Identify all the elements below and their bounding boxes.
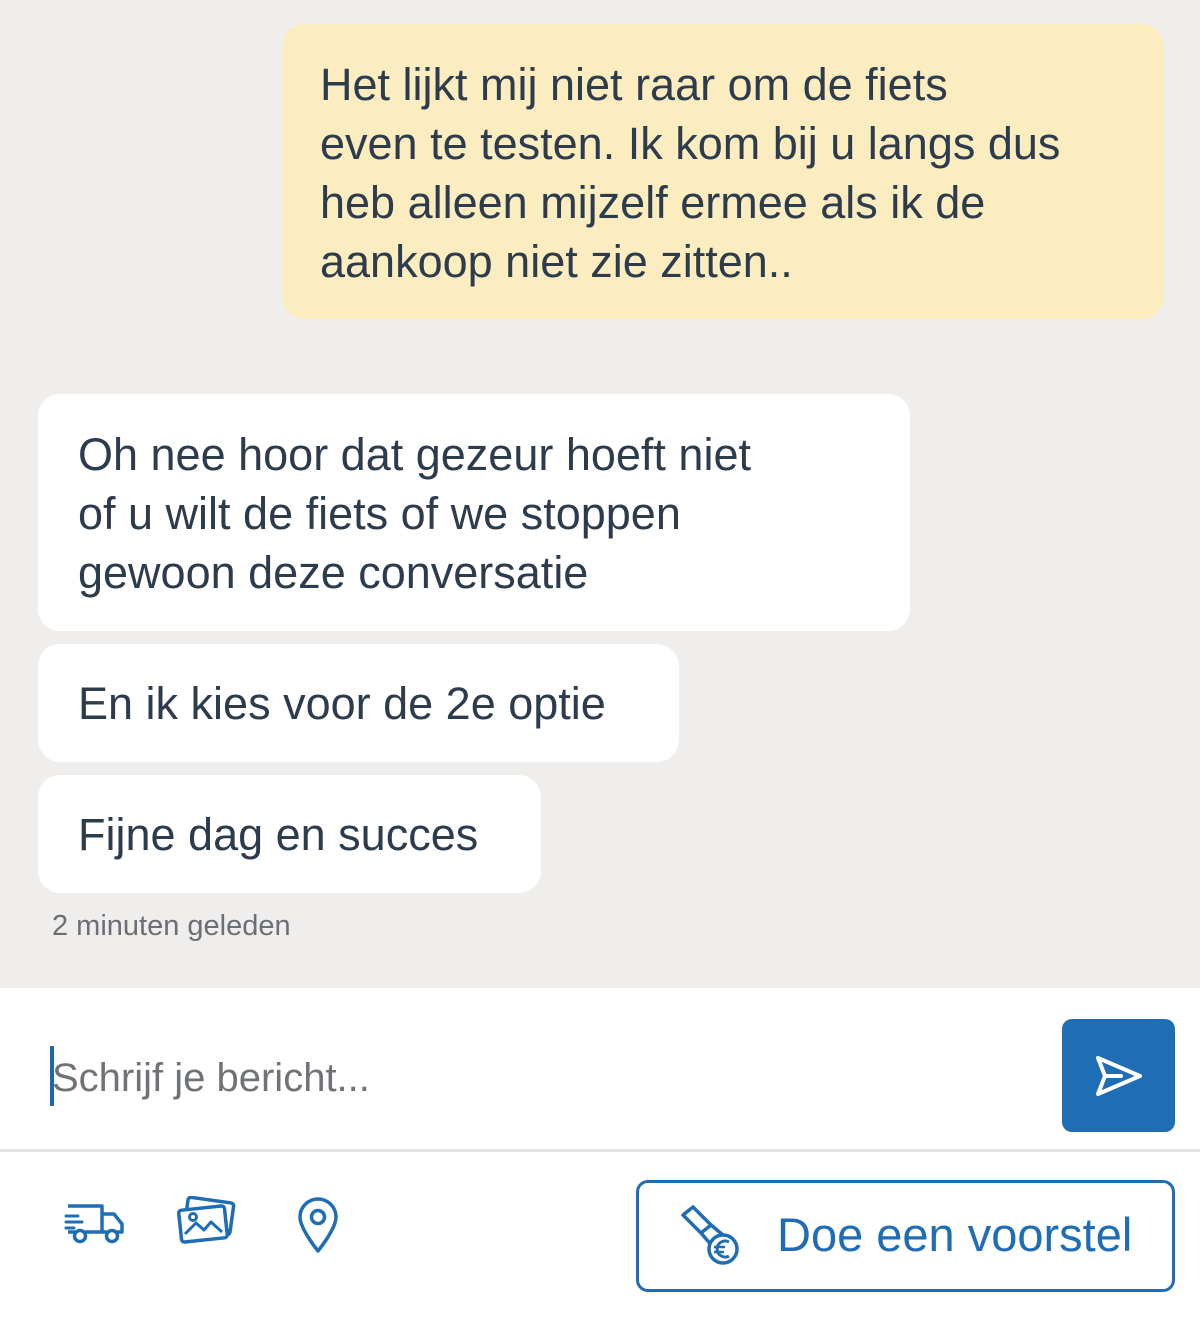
message-input[interactable] (52, 1040, 1032, 1116)
offer-hand-euro-icon (681, 1205, 739, 1265)
photos-icon[interactable] (176, 1195, 238, 1251)
truck-icon[interactable] (64, 1198, 128, 1251)
make-offer-label: Doe een voorstel (777, 1208, 1133, 1261)
message-thread: Het lijkt mij niet raar om de fiets even… (0, 0, 1200, 988)
location-pin-icon[interactable] (295, 1196, 341, 1259)
chat-screen: Het lijkt mij niet raar om de fiets even… (0, 0, 1200, 1317)
incoming-message-bubble: Oh nee hoor dat gezeur hoeft niet of u w… (38, 394, 910, 631)
make-offer-button[interactable]: Doe een voorstel (636, 1180, 1175, 1292)
message-timestamp: 2 minuten geleden (52, 910, 291, 942)
send-button[interactable] (1062, 1019, 1175, 1132)
incoming-message-bubble: Fijne dag en succes (38, 775, 541, 893)
text-cursor (50, 1046, 54, 1106)
outgoing-message-bubble: Het lijkt mij niet raar om de fiets even… (282, 24, 1164, 319)
incoming-message-bubble: En ik kies voor de 2e optie (38, 644, 679, 762)
send-icon (1095, 1055, 1142, 1096)
